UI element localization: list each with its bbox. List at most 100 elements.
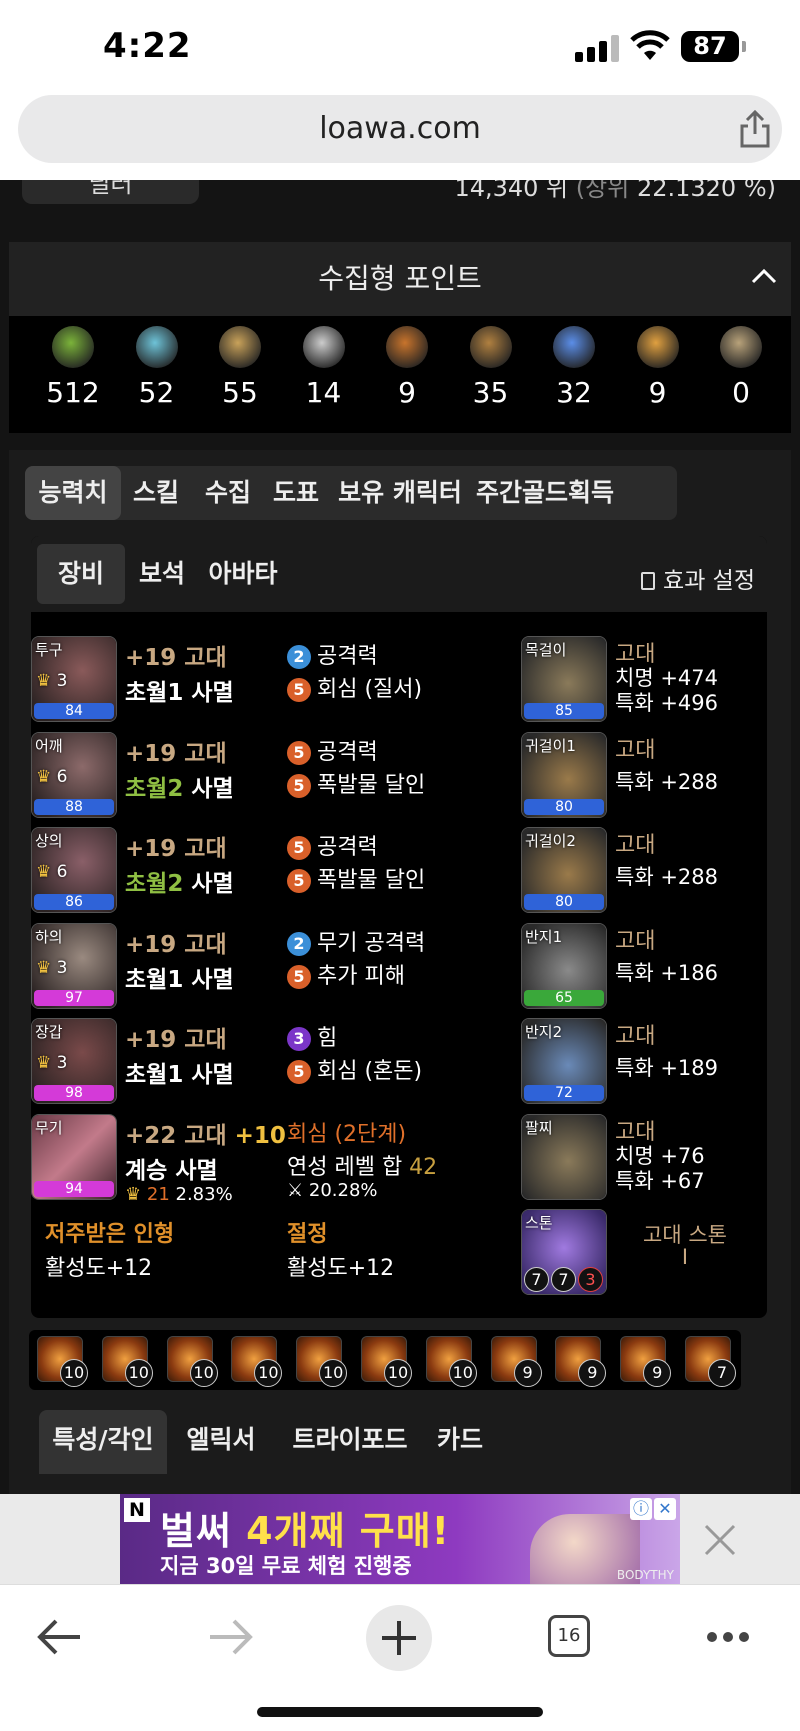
more-options-icon[interactable] bbox=[704, 1605, 752, 1669]
engraving-name: 추가 피해 bbox=[317, 963, 405, 989]
gem-level: 10 bbox=[319, 1359, 348, 1387]
tab-3[interactable]: 수집 bbox=[193, 466, 263, 520]
engraving: 5 공격력 bbox=[287, 829, 378, 861]
gem[interactable]: 10 bbox=[425, 1336, 477, 1387]
weapon-icon[interactable]: 무기 94 bbox=[31, 1114, 117, 1200]
collectible-item[interactable]: 52 bbox=[115, 326, 199, 409]
set-name: 사멸 bbox=[167, 1158, 218, 1184]
transcend-info: ♛ 21 2.83% bbox=[125, 1184, 233, 1205]
equipment-icon[interactable]: 투구 ♛ 3 84 bbox=[31, 636, 117, 722]
equipment-icon[interactable]: 상의 ♛ 6 86 bbox=[31, 827, 117, 913]
set-name: 사멸 bbox=[183, 1062, 234, 1088]
ad-banner[interactable]: N 벌써 4개째 구매! 지금 30일 무료 체험 진행중 BODYTHY ⓘ ✕ bbox=[120, 1494, 680, 1584]
tab-5[interactable]: 보유 캐릭터 bbox=[331, 466, 469, 520]
equipment-icon[interactable]: 어깨 ♛ 6 88 bbox=[31, 731, 117, 818]
collectible-item[interactable]: 35 bbox=[449, 326, 533, 409]
gem[interactable]: 10 bbox=[361, 1336, 412, 1387]
accessory-row[interactable]: 목걸이 85 고대 치명 +474 특화 +496 bbox=[521, 636, 767, 728]
collectible-item[interactable]: 9 bbox=[616, 326, 700, 409]
tab-2[interactable]: 스킬 bbox=[119, 466, 193, 520]
gem[interactable]: 10 bbox=[296, 1336, 348, 1387]
back-arrow-icon[interactable] bbox=[36, 1605, 84, 1669]
engraving: 5 회심 (질서) bbox=[287, 671, 422, 703]
elixir-set-right-value: 활성도+12 bbox=[287, 1256, 395, 1281]
gem[interactable]: 10 bbox=[37, 1336, 88, 1387]
token-icon bbox=[720, 326, 762, 368]
accessory-icon[interactable]: 귀걸이2 80 bbox=[521, 827, 607, 913]
quality-bar: 85 bbox=[524, 703, 604, 719]
share-icon[interactable] bbox=[738, 110, 772, 148]
subtab-1[interactable]: 장비 bbox=[37, 544, 125, 604]
ad-close-small-icon[interactable]: ✕ bbox=[654, 1498, 676, 1520]
engraving-level-badge: 2 bbox=[287, 931, 311, 956]
accessory-grade: 고대 bbox=[615, 928, 656, 954]
accessory-row[interactable]: 귀걸이1 80 고대 특화 +288 bbox=[521, 731, 767, 824]
tab-1[interactable]: 능력치 bbox=[25, 466, 121, 520]
accessory-row[interactable]: 팔찌 고대 치명 +76 특화 +67 bbox=[521, 1113, 767, 1206]
gem[interactable]: 9 bbox=[490, 1336, 542, 1387]
bottom-tab-2[interactable]: 엘릭서 bbox=[167, 1410, 275, 1474]
engraving-level-badge: 5 bbox=[287, 869, 311, 893]
item-set: 초월2 사멸 bbox=[125, 864, 234, 898]
slot-label: 반지2 bbox=[525, 1023, 563, 1041]
address-bar[interactable]: loawa.com bbox=[18, 95, 782, 163]
stone-num: 7 bbox=[524, 1267, 549, 1292]
ad-info-icon[interactable]: ⓘ bbox=[630, 1498, 652, 1520]
accessory-icon[interactable]: 귀걸이1 80 bbox=[521, 731, 607, 818]
transcend-level-value: 6 bbox=[56, 862, 68, 882]
gem[interactable]: 10 bbox=[166, 1336, 218, 1387]
slot-label: 귀걸이2 bbox=[525, 832, 576, 850]
elixir-name: 회심 (2단계) bbox=[287, 1122, 407, 1147]
bottom-tab-3[interactable]: 트라이포드 bbox=[275, 1410, 425, 1474]
collectible-item[interactable]: 55 bbox=[198, 326, 282, 409]
ad-dismiss-icon[interactable] bbox=[700, 1520, 740, 1560]
collectible-item[interactable]: 14 bbox=[282, 326, 366, 409]
effect-setting-button[interactable]: 효과 설정 bbox=[641, 561, 755, 595]
tab-count-button[interactable]: 16 bbox=[548, 1615, 590, 1657]
transcend-total: 21 bbox=[146, 1184, 170, 1205]
star-compass-icon bbox=[636, 326, 679, 368]
gem[interactable]: 9 bbox=[555, 1336, 607, 1387]
subtab-3[interactable]: 아바타 bbox=[199, 544, 287, 604]
accessory-icon[interactable]: 팔찌 bbox=[521, 1113, 607, 1200]
accessory-row[interactable]: 귀걸이2 80 고대 특화 +288 bbox=[521, 827, 767, 919]
ability-stone-row[interactable]: 스톤 7 7 3 고대 스톤 I bbox=[521, 1209, 767, 1301]
set-name: 사멸 bbox=[183, 871, 234, 897]
equipment-icon[interactable]: 하의 ♛ 3 97 bbox=[31, 922, 117, 1009]
battery-indicator: 87 bbox=[681, 31, 746, 62]
accessory-icon[interactable]: 목걸이 85 bbox=[521, 636, 607, 722]
accessory-icon[interactable]: 반지1 65 bbox=[521, 922, 607, 1009]
subtab-2[interactable]: 보석 bbox=[125, 544, 199, 604]
transcend-level-value: 3 bbox=[56, 957, 68, 978]
bottom-tabs: 특성/각인 엘릭서 트라이포드 카드 bbox=[39, 1410, 739, 1474]
slot-label: 하의 bbox=[35, 927, 63, 946]
bottom-tab-1[interactable]: 특성/각인 bbox=[39, 1410, 167, 1474]
gem[interactable]: 10 bbox=[101, 1336, 153, 1387]
accessory-row[interactable]: 반지1 65 고대 특화 +186 bbox=[521, 922, 767, 1015]
accessory-icon[interactable]: 반지2 72 bbox=[521, 1018, 607, 1104]
quality-bar: 65 bbox=[524, 989, 604, 1006]
tab-6[interactable]: 주간골드획득 bbox=[471, 466, 619, 520]
chevron-up-icon[interactable] bbox=[751, 268, 777, 284]
collectible-points-header[interactable]: 수집형 포인트 bbox=[9, 242, 791, 316]
wifi-icon bbox=[630, 30, 670, 60]
forward-arrow-icon[interactable] bbox=[206, 1605, 254, 1669]
collectible-item[interactable]: 32 bbox=[532, 326, 616, 409]
accessory-row[interactable]: 반지2 72 고대 특화 +189 bbox=[521, 1018, 767, 1110]
rank-text: 14,340 위 (상위 22.1320 %) bbox=[454, 180, 776, 202]
engraving-level-badge: 5 bbox=[287, 1060, 311, 1084]
bottom-tab-4[interactable]: 카드 bbox=[425, 1410, 495, 1474]
ability-stone-icon[interactable]: 스톤 7 7 3 bbox=[521, 1209, 607, 1295]
equipment-icon[interactable]: 장갑 ♛ 3 98 bbox=[31, 1018, 117, 1104]
collectible-value: 512 bbox=[46, 376, 100, 409]
elixir-sum-label: 연성 레벨 합 bbox=[287, 1155, 403, 1180]
collectible-item[interactable]: 512 bbox=[31, 326, 115, 409]
gem[interactable]: 10 bbox=[231, 1336, 283, 1387]
collectible-item[interactable]: 9 bbox=[365, 326, 449, 409]
new-tab-button[interactable] bbox=[366, 1605, 432, 1671]
gem[interactable]: 9 bbox=[620, 1336, 672, 1387]
tab-4[interactable]: 도표 bbox=[261, 466, 331, 520]
quality-bar: 98 bbox=[34, 1085, 114, 1101]
collectible-item[interactable]: 0 bbox=[699, 326, 783, 409]
gem[interactable]: 7 bbox=[685, 1336, 736, 1387]
